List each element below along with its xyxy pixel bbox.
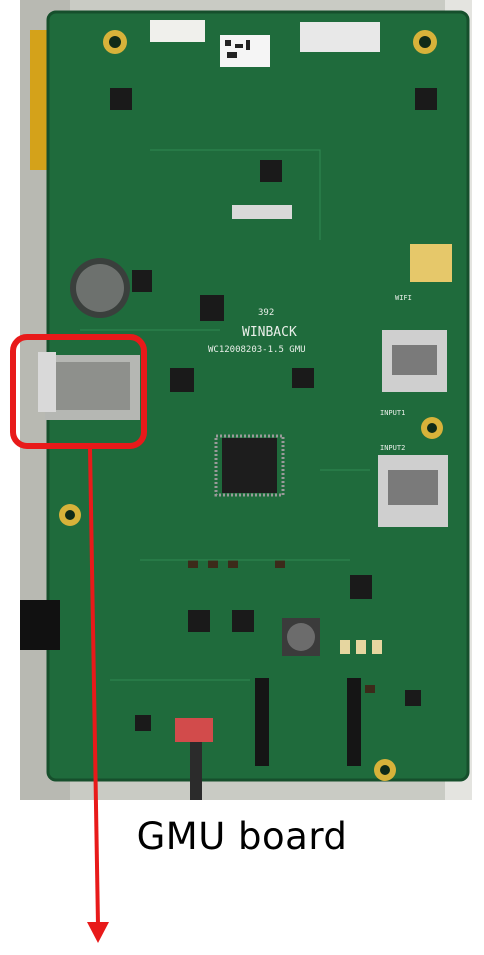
board-brand-text: WINBACK — [242, 325, 297, 340]
gmu-board-photo: WINBACK WC12008203-1.5 GMU 392 INPUT1 IN… — [20, 0, 472, 800]
arrow-down-icon — [87, 922, 109, 943]
connector-label: WIFI — [395, 294, 412, 302]
board-model-text: WC12008203-1.5 GMU — [208, 345, 306, 355]
figure-caption: GMU board — [136, 815, 348, 858]
board-lot-text: 392 — [258, 308, 274, 318]
connector-label: INPUT1 — [380, 409, 405, 417]
connector-label: INPUT2 — [380, 444, 405, 452]
